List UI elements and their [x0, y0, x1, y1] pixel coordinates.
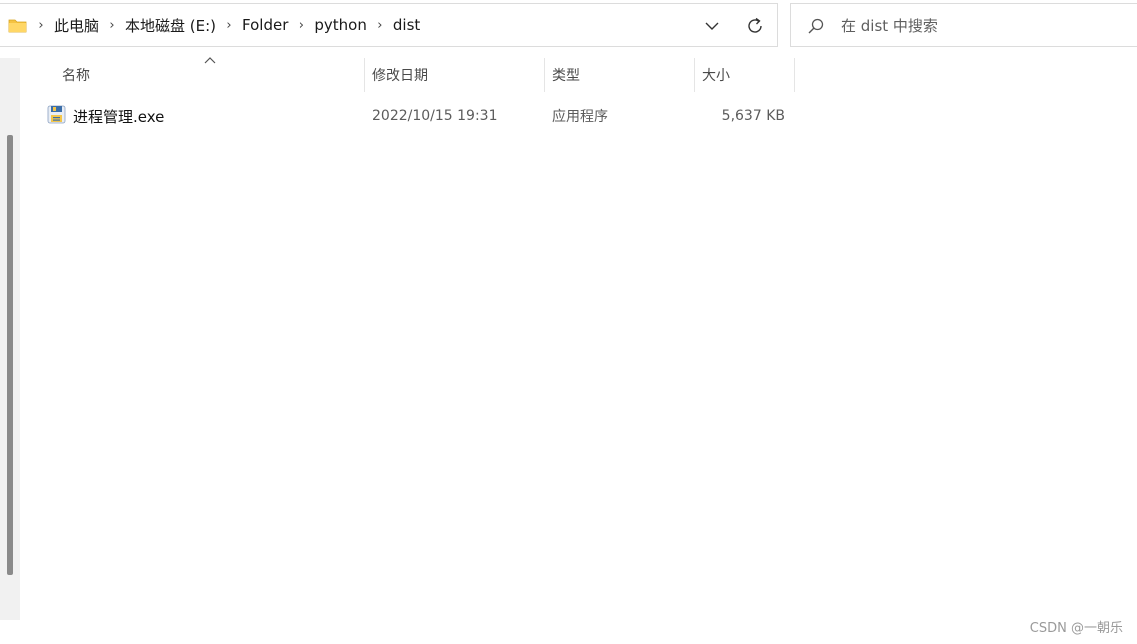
column-header-date[interactable]: 修改日期 [364, 58, 544, 92]
address-history-dropdown-button[interactable] [698, 14, 726, 38]
file-type: 应用程序 [552, 109, 608, 125]
folder-icon [8, 18, 27, 33]
search-input[interactable] [839, 13, 1129, 39]
search-box[interactable] [790, 3, 1137, 47]
chevron-down-icon [705, 22, 719, 30]
column-header-size[interactable]: 大小 [694, 58, 794, 92]
breadcrumb-separator-icon[interactable]: › [218, 18, 240, 33]
column-divider[interactable] [794, 58, 795, 92]
search-icon [807, 17, 825, 35]
breadcrumb-separator-icon[interactable]: › [369, 18, 391, 33]
breadcrumb-separator-icon[interactable]: › [290, 18, 312, 33]
breadcrumb: › 此电脑 › 本地磁盘 (E:) › Folder › python › di… [30, 4, 422, 46]
breadcrumb-item-python[interactable]: python [312, 16, 368, 34]
file-modified-date: 2022/10/15 19:31 [372, 108, 498, 124]
file-size: 5,637 KB [721, 108, 785, 124]
navigation-scrollbar[interactable] [7, 135, 13, 575]
address-bar[interactable]: › 此电脑 › 本地磁盘 (E:) › Folder › python › di… [0, 3, 778, 47]
breadcrumb-separator-icon[interactable]: › [30, 18, 52, 33]
file-name: 进程管理.exe [73, 107, 165, 126]
refresh-icon [748, 17, 762, 33]
breadcrumb-item-this-pc[interactable]: 此电脑 [52, 15, 101, 36]
file-row[interactable]: 进程管理.exe 2022/10/15 19:31 应用程序 5,637 KB [40, 100, 800, 132]
watermark: CSDN @一朝乐 [1029, 621, 1123, 636]
breadcrumb-item-folder[interactable]: Folder [240, 16, 290, 34]
breadcrumb-item-dist[interactable]: dist [391, 16, 422, 34]
column-header-name[interactable]: 名称 [54, 58, 364, 92]
breadcrumb-item-local-disk[interactable]: 本地磁盘 (E:) [123, 15, 218, 36]
refresh-button[interactable] [741, 13, 769, 39]
python-exe-icon [47, 105, 67, 125]
column-header-type[interactable]: 类型 [544, 58, 694, 92]
breadcrumb-separator-icon[interactable]: › [101, 18, 123, 33]
